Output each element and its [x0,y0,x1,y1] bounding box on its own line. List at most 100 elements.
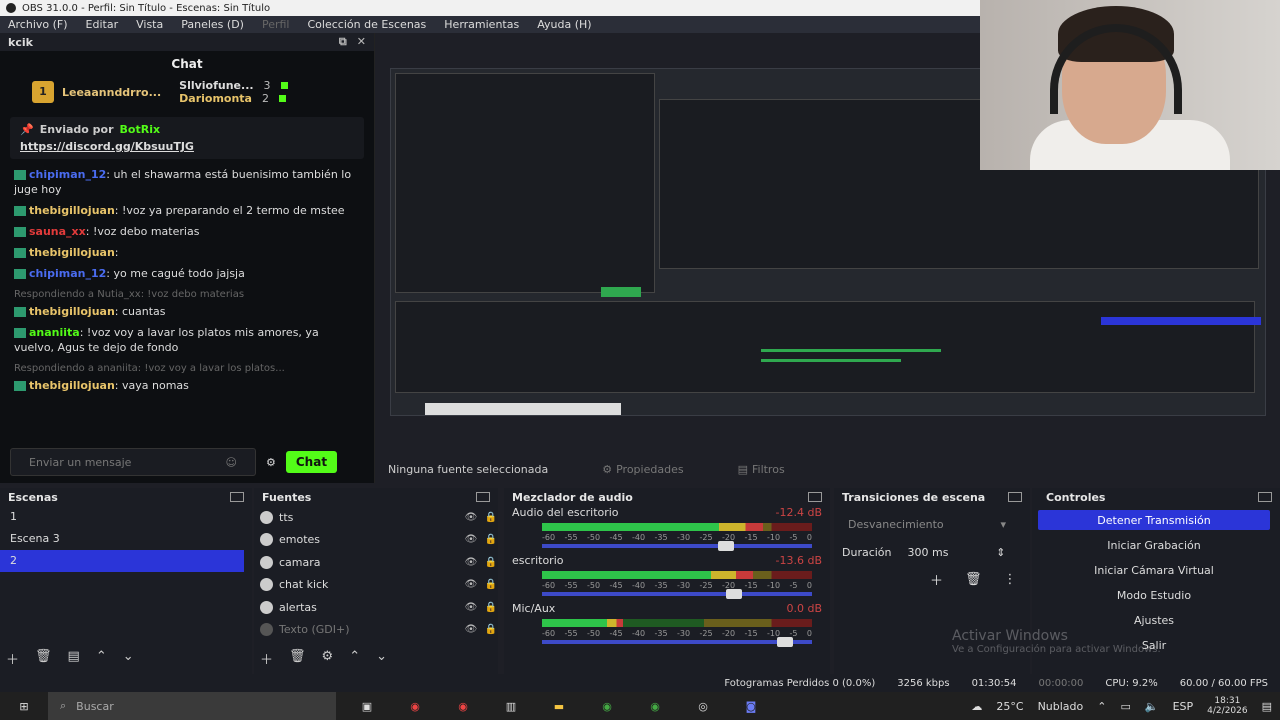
menu-docks[interactable]: Paneles (D) [181,18,244,31]
source-item[interactable]: tts 👁 🔒 [254,506,498,529]
stop-stream-button[interactable]: Detener Transmisión [1038,510,1270,530]
eye-icon[interactable]: 👁 [464,624,478,635]
scale-tick: -30 [677,581,691,590]
start-virtual-camera-button[interactable]: Iniciar Cámara Virtual [1038,560,1270,580]
chat-username[interactable]: thebigillojuan [29,246,115,259]
discord-icon[interactable]: ◙ [738,695,764,717]
eye-icon[interactable]: 👁 [464,602,478,613]
undock-icon[interactable] [1008,492,1022,502]
duration-stepper[interactable]: 300 ms ⇕ [902,542,1012,562]
menu-tools[interactable]: Herramientas [444,18,519,31]
volume-knob[interactable] [725,589,742,599]
eye-icon[interactable]: 👁 [464,534,478,545]
menu-file[interactable]: Archivo (F) [8,18,68,31]
volume-icon[interactable]: 🔈 [1145,700,1159,713]
volume-slider[interactable] [542,637,812,647]
lock-icon[interactable]: 🔒 [484,602,498,613]
menu-help[interactable]: Ayuda (H) [537,18,591,31]
source-item[interactable]: Texto (GDI+) 👁 🔒 [254,619,498,642]
leader-row: Sllviofune... 3 [179,79,288,92]
windows-start-icon[interactable]: ⊞ [0,700,48,713]
add-icon[interactable]: ＋ [260,649,273,668]
chevron-up-icon[interactable]: ⌃ [96,649,107,668]
add-icon[interactable]: ＋ [6,649,19,668]
scene-item[interactable]: 1 [0,506,252,528]
lock-icon[interactable]: 🔒 [484,512,498,523]
source-item[interactable]: emotes 👁 🔒 [254,529,498,552]
undock-icon[interactable]: ⧉ [339,35,347,49]
chat-username[interactable]: sauna_xx [29,225,86,238]
chat-username[interactable]: chipiman_12 [29,168,106,181]
lock-icon[interactable]: 🔒 [484,534,498,545]
bitrate: 3256 kbps [897,677,950,689]
clock[interactable]: 18:31 4/2/2026 [1207,696,1247,716]
chrome-icon[interactable]: ◉ [642,695,668,717]
source-item[interactable]: alertas 👁 🔒 [254,596,498,619]
studio-mode-button[interactable]: Modo Estudio [1038,585,1270,605]
volume-knob[interactable] [717,541,734,551]
undock-icon[interactable] [808,492,822,502]
volume-slider[interactable] [542,541,812,551]
eye-icon[interactable]: 👁 [464,557,478,568]
chevron-down-icon[interactable]: ⌄ [123,649,134,668]
chat-send-button[interactable]: Chat [285,451,338,473]
chevron-up-icon[interactable]: ⌃ [1097,700,1106,713]
start-recording-button[interactable]: Iniciar Grabación [1038,535,1270,555]
scale-tick: -45 [609,629,623,638]
trash-icon[interactable]: 🗑 [289,649,306,668]
chat-username[interactable]: thebigillojuan [29,204,115,217]
pinned-link[interactable]: https://discord.gg/KbsuuTJG [20,140,354,153]
notification-icon[interactable]: ▤ [1262,700,1272,713]
chat-username[interactable]: chipiman_12 [29,267,106,280]
source-item[interactable]: chat kick 👁 🔒 [254,574,498,597]
chat-username[interactable]: thebigillojuan [29,305,115,318]
undock-icon[interactable] [1258,492,1272,502]
source-item[interactable]: camara 👁 🔒 [254,551,498,574]
volume-slider[interactable] [542,589,812,599]
folder-icon[interactable]: ▬ [546,695,572,717]
emote-icon[interactable]: ☺ [226,456,237,469]
menu-view[interactable]: Vista [136,18,163,31]
scene-item-selected[interactable]: 2 [0,550,244,572]
eye-icon[interactable]: 👁 [464,579,478,590]
lock-icon[interactable]: 🔒 [484,557,498,568]
filter-icon[interactable]: ▤ [68,649,80,668]
transition-select[interactable]: Desvanecimiento ▾ [842,514,1012,534]
language-indicator[interactable]: ESP [1173,700,1194,713]
weather-icon[interactable]: ☁ [971,700,982,713]
chat-username[interactable]: ananiita [29,326,80,339]
lock-icon[interactable]: 🔒 [484,579,498,590]
close-icon[interactable]: ✕ [357,35,366,49]
eye-icon[interactable]: 👁 [464,512,478,523]
trash-icon[interactable]: 🗑 [35,649,52,668]
trash-icon[interactable]: 🗑 [965,572,982,587]
network-icon[interactable]: ▭ [1120,700,1130,713]
chat-text: : yo me cagué todo jajsja [106,267,245,280]
filters-button[interactable]: ▤ Filtros [738,463,785,476]
app-icon[interactable]: ▥ [498,695,524,717]
obs-icon[interactable]: ◎ [690,695,716,717]
chat-input[interactable]: Enviar un mensaje ☺ [10,448,256,476]
undock-icon[interactable] [230,492,244,502]
lock-icon[interactable]: 🔒 [484,624,498,635]
menu-scene-collection[interactable]: Colección de Escenas [308,18,427,31]
chevron-down-icon[interactable]: ⌄ [376,649,387,668]
taskbar-search[interactable]: ⌕ Buscar [48,692,336,720]
chat-username[interactable]: thebigillojuan [29,379,115,392]
more-icon[interactable]: ⋮ [1004,572,1017,587]
settings-button[interactable]: Ajustes [1038,610,1270,630]
gear-icon[interactable]: ⚙ [322,649,334,668]
chrome-icon[interactable]: ◉ [450,695,476,717]
chrome-icon[interactable]: ◉ [402,695,428,717]
menu-edit[interactable]: Editar [86,18,119,31]
add-icon[interactable]: ＋ [930,570,943,589]
menu-profile[interactable]: Perfil [262,18,290,31]
scene-item[interactable]: Escena 3 [0,528,252,550]
volume-knob[interactable] [777,637,793,647]
undock-icon[interactable] [476,492,490,502]
settings-icon[interactable]: ⚙ [266,456,276,469]
chrome-icon[interactable]: ◉ [594,695,620,717]
properties-button[interactable]: ⚙ Propiedades [602,463,683,476]
task-view-icon[interactable]: ▣ [354,695,380,717]
chevron-up-icon[interactable]: ⌃ [349,649,360,668]
